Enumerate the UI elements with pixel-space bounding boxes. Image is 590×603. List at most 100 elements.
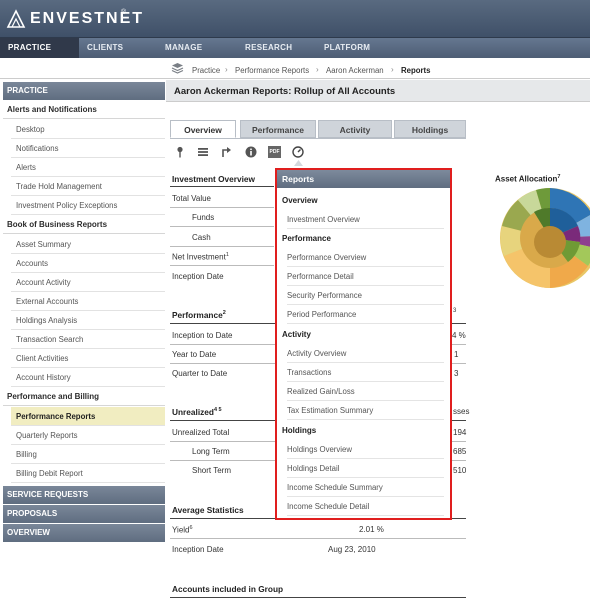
- row-rule: [170, 246, 274, 247]
- info-icon[interactable]: [245, 146, 257, 158]
- nav-tab-manage[interactable]: MANAGE: [165, 38, 202, 58]
- menu-item-income-schedule-detail[interactable]: Income Schedule Detail: [287, 497, 444, 516]
- tab-holdings[interactable]: Holdings: [394, 120, 466, 138]
- performance-right-footnote: 3: [453, 308, 457, 314]
- menu-item-investment-overview[interactable]: Investment Overview: [287, 210, 444, 229]
- yield-text: Yield: [172, 525, 190, 535]
- sidebar-item-account-activity[interactable]: Account Activity: [11, 273, 165, 292]
- menu-group-holdings: Holdings: [282, 426, 317, 435]
- breadcrumb-performance-reports[interactable]: Performance Reports: [235, 66, 309, 75]
- main-nav: PRACTICE CLIENTS MANAGE RESEARCH PLATFOR…: [0, 38, 590, 58]
- sidebar-section-practice[interactable]: PRACTICE: [3, 82, 165, 100]
- sidebar-heading-alerts: Alerts and Notifications: [3, 101, 165, 119]
- section-rule: [170, 186, 274, 187]
- row-rule: [170, 226, 274, 227]
- short-term-label: Short Term: [192, 466, 231, 475]
- menu-item-period-performance[interactable]: Period Performance: [287, 305, 444, 324]
- chevron-right-icon: ›: [316, 65, 319, 74]
- nav-tab-platform[interactable]: PLATFORM: [324, 38, 370, 58]
- footnote-marker: 7: [557, 174, 561, 180]
- sidebar-item-quarterly-reports[interactable]: Quarterly Reports: [11, 426, 165, 445]
- sidebar-heading-performance-billing: Performance and Billing: [3, 388, 165, 406]
- nav-tab-research[interactable]: RESEARCH: [245, 38, 292, 58]
- sidebar-item-performance-reports[interactable]: Performance Reports: [11, 407, 165, 426]
- accounts-included-title: Accounts included in Group: [172, 584, 284, 594]
- nav-tab-practice[interactable]: PRACTICE: [0, 38, 79, 58]
- menu-item-income-schedule-summary[interactable]: Income Schedule Summary: [287, 478, 444, 497]
- export-icon[interactable]: [221, 146, 233, 158]
- reports-gauge-icon[interactable]: [292, 146, 304, 158]
- menu-item-activity-overview[interactable]: Activity Overview: [287, 344, 444, 363]
- menu-item-holdings-overview[interactable]: Holdings Overview: [287, 440, 444, 459]
- menu-item-holdings-detail[interactable]: Holdings Detail: [287, 459, 444, 478]
- menu-item-performance-detail[interactable]: Performance Detail: [287, 267, 444, 286]
- sidebar-item-billing[interactable]: Billing: [11, 445, 165, 464]
- breadcrumb-practice[interactable]: Practice: [192, 66, 220, 75]
- sidebar-heading-book: Book of Business Reports: [3, 216, 165, 234]
- sidebar-item-policy-exceptions[interactable]: Investment Policy Exceptions: [11, 196, 165, 215]
- sidebar-item-trade-hold[interactable]: Trade Hold Management: [11, 177, 165, 196]
- sidebar-item-notifications[interactable]: Notifications: [11, 139, 165, 158]
- long-term-value: 685: [453, 447, 467, 456]
- menu-item-realized-gain-loss[interactable]: Realized Gain/Loss: [287, 382, 444, 401]
- short-term-value: 510: [453, 466, 467, 475]
- footnote-marker: 1: [225, 252, 229, 258]
- nav-tab-clients[interactable]: CLIENTS: [87, 38, 123, 58]
- sidebar-section-proposals[interactable]: PROPOSALS: [3, 505, 165, 523]
- section-rule: [170, 597, 466, 598]
- sidebar-section-service-requests[interactable]: SERVICE REQUESTS: [3, 486, 165, 504]
- menu-item-performance-overview[interactable]: Performance Overview: [287, 248, 444, 267]
- asset-allocation-chart: [500, 188, 590, 288]
- net-investment-label: Net Investment1: [172, 252, 229, 262]
- sidebar-item-account-history[interactable]: Account History: [11, 368, 165, 387]
- tab-performance[interactable]: Performance: [240, 120, 316, 138]
- caret-up-icon: [294, 160, 303, 166]
- sidebar-item-alerts[interactable]: Alerts: [11, 158, 165, 177]
- breadcrumb-aaron-ackerman[interactable]: Aaron Ackerman: [326, 66, 384, 75]
- investment-overview-title: Investment Overview: [172, 174, 256, 184]
- sidebar-item-asset-summary[interactable]: Asset Summary: [11, 235, 165, 254]
- year-to-date-label: Year to Date: [172, 350, 217, 359]
- unrealized-total-value: 194: [453, 428, 467, 437]
- row-rule: [170, 538, 466, 539]
- quarter-to-date-label: Quarter to Date: [172, 369, 228, 378]
- sidebar-item-transaction-search[interactable]: Transaction Search: [11, 330, 165, 349]
- net-investment-text: Net Investment: [172, 252, 226, 262]
- menu-group-overview: Overview: [282, 196, 318, 205]
- breadcrumb-reports: Reports: [401, 66, 431, 75]
- sidebar-item-desktop[interactable]: Desktop: [11, 120, 165, 139]
- yield-label: Yield6: [172, 525, 193, 535]
- chevron-right-icon: ›: [391, 65, 394, 74]
- performance-title-text: Performance: [172, 310, 223, 320]
- envestnet-logo-icon: [6, 9, 26, 28]
- menu-item-tax-estimation-summary[interactable]: Tax Estimation Summary: [287, 401, 444, 420]
- sidebar-item-holdings-analysis[interactable]: Holdings Analysis: [11, 311, 165, 330]
- sidebar-item-billing-debit-report[interactable]: Billing Debit Report: [11, 464, 165, 483]
- menu-item-transactions[interactable]: Transactions: [287, 363, 444, 382]
- sidebar-section-overview[interactable]: OVERVIEW: [3, 524, 165, 542]
- sidebar-item-accounts[interactable]: Accounts: [11, 254, 165, 273]
- cash-label: Cash: [192, 233, 211, 242]
- menu-group-activity: Activity: [282, 330, 311, 339]
- tab-activity[interactable]: Activity: [318, 120, 392, 138]
- year-to-date-value: 1: [454, 350, 459, 359]
- tab-overview[interactable]: Overview: [170, 120, 236, 138]
- menu-group-performance: Performance: [282, 234, 331, 243]
- total-value-label: Total Value: [172, 194, 211, 203]
- list-icon[interactable]: [197, 146, 209, 158]
- long-term-label: Long Term: [192, 447, 230, 456]
- unrealized-title-text: Unrealized: [172, 407, 214, 417]
- pin-icon[interactable]: [174, 146, 186, 158]
- reports-menu-title: Reports: [277, 170, 450, 188]
- menu-item-security-performance[interactable]: Security Performance: [287, 286, 444, 305]
- page-title: Aaron Ackerman Reports: Rollup of All Ac…: [174, 86, 396, 97]
- sidebar-item-client-activities[interactable]: Client Activities: [11, 349, 165, 368]
- sidebar: PRACTICE Alerts and Notifications Deskto…: [3, 82, 165, 603]
- pdf-icon[interactable]: PDF: [268, 146, 281, 158]
- footnote-marker: 4 5: [213, 407, 222, 414]
- footnote-marker: 2: [222, 310, 226, 317]
- inception-date-label: Inception Date: [172, 272, 224, 281]
- unrealized-total-label: Unrealized Total: [172, 428, 230, 437]
- inception-to-date-label: Inception to Date: [172, 331, 233, 340]
- sidebar-item-external-accounts[interactable]: External Accounts: [11, 292, 165, 311]
